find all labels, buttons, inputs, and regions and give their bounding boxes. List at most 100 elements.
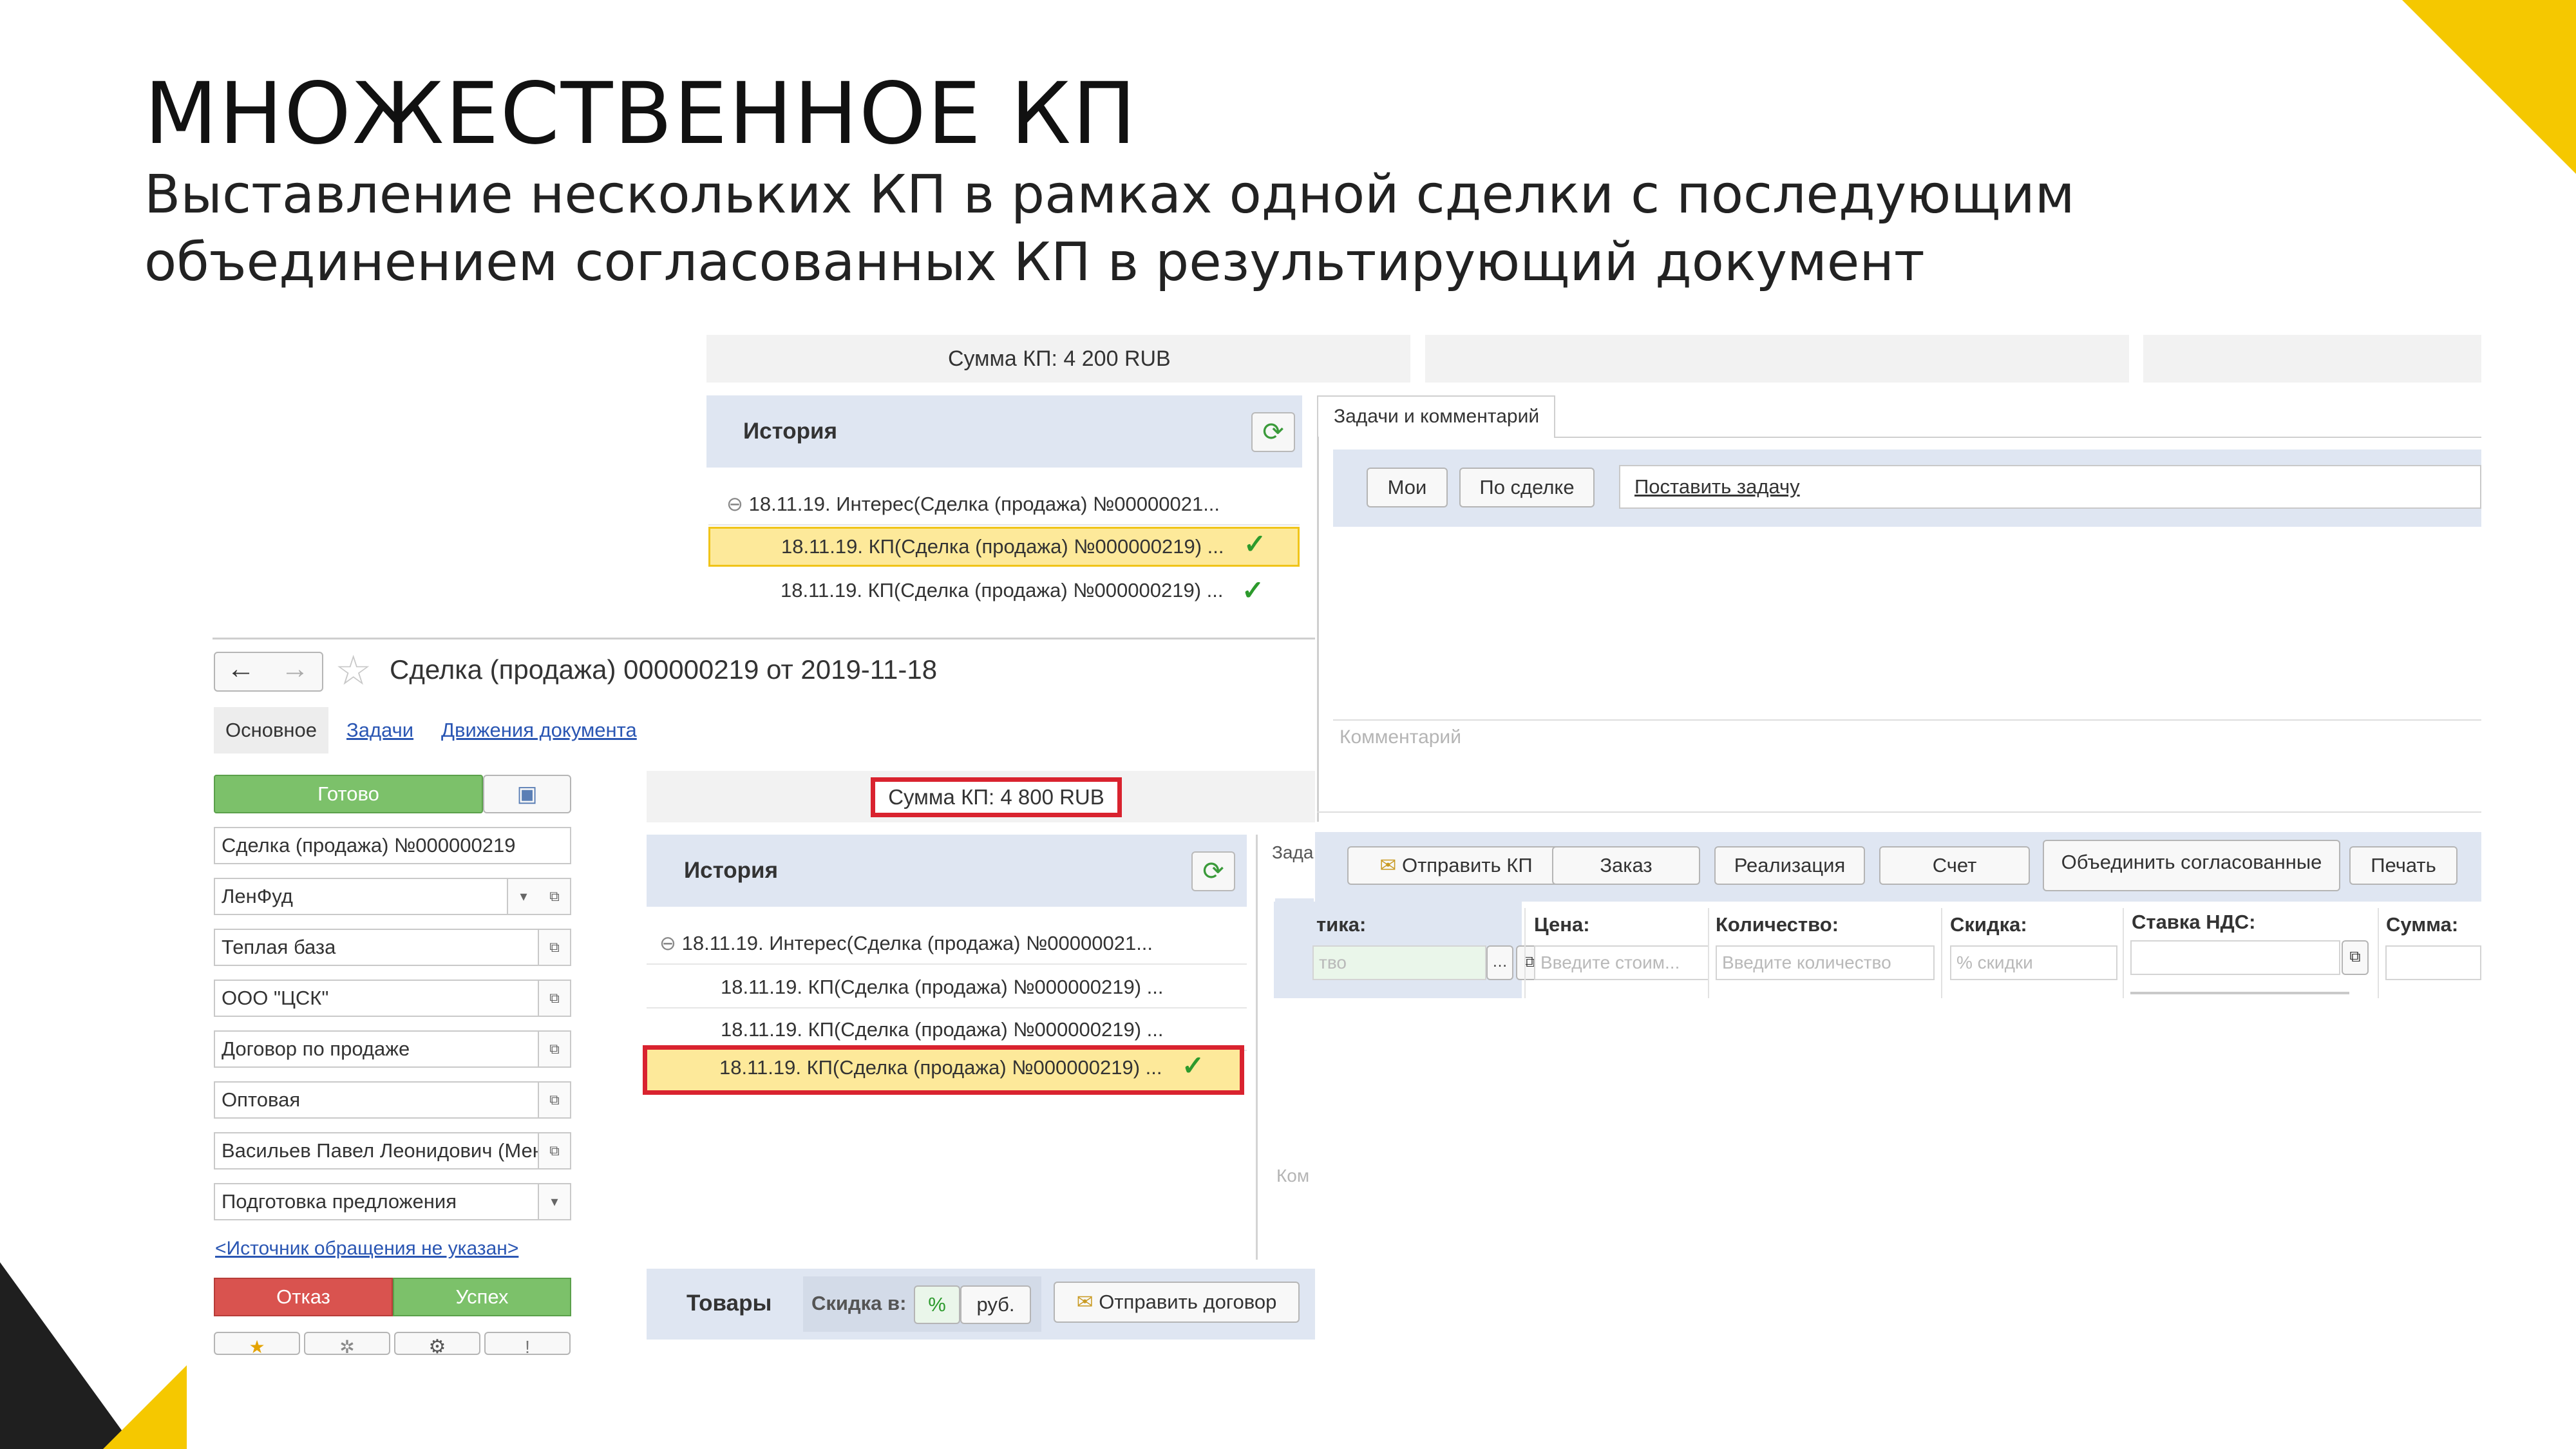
deal-history-row-1[interactable]: ⊖ 18.11.19. Интерес(Сделка (продажа) №00… xyxy=(647,922,1247,965)
send-kp-button[interactable]: ✉ Отправить КП xyxy=(1347,846,1565,885)
deal-history-row-4-highlight[interactable]: 18.11.19. КП(Сделка (продажа) №000000219… xyxy=(643,1045,1244,1095)
tasks-toolbar: Мои По сделке Поставить задачу xyxy=(1333,450,2481,527)
collapse-icon[interactable]: ⊖ xyxy=(659,932,682,954)
floppy-disk-icon: ▣ xyxy=(516,782,538,806)
tasks-tab-line xyxy=(1555,437,2481,438)
discount-percent-toggle[interactable]: % xyxy=(914,1285,960,1324)
open-icon[interactable]: ⧉ xyxy=(538,1032,570,1066)
invoice-button[interactable]: Счет xyxy=(1879,846,2030,885)
placeholder-text: Введите стоим... xyxy=(1540,952,1680,972)
my-tasks-button[interactable]: Мои xyxy=(1367,468,1448,507)
refresh-icon[interactable]: ⟳ xyxy=(1251,412,1295,452)
dropdown-chevron-icon[interactable]: ▾ xyxy=(507,879,539,914)
stage-field[interactable]: Подготовка предложения ▾ xyxy=(214,1183,571,1220)
check-icon: ✓ xyxy=(1242,575,1265,605)
field-value: Подготовка предложения xyxy=(222,1190,457,1213)
send-contract-button[interactable]: ✉ Отправить договор xyxy=(1054,1282,1300,1323)
history-row-label: 18.11.19. Интерес(Сделка (продажа) №0000… xyxy=(681,932,1153,954)
ellipsis-button[interactable]: … xyxy=(1486,945,1513,980)
field-value: ЛенФуд xyxy=(222,885,293,907)
deal-history-header: История ⟳ xyxy=(647,835,1247,907)
success-button[interactable]: Успех xyxy=(393,1278,571,1316)
gear-icon[interactable]: ⚙ xyxy=(394,1332,480,1355)
comment-area-bottom xyxy=(1317,811,2481,813)
open-icon[interactable]: ⧉ xyxy=(538,1133,570,1168)
tab-document-movements[interactable]: Движения документа xyxy=(441,719,637,742)
goods-table: тика: Цена: Количество: Скидка: Ставка Н… xyxy=(1274,902,2481,1005)
manager-field[interactable]: Васильев Павел Леонидович (Менеджер) ⧉ xyxy=(214,1132,571,1170)
goods-label: Товары xyxy=(687,1291,772,1316)
deal-history-row-2[interactable]: 18.11.19. КП(Сделка (продажа) №000000219… xyxy=(647,966,1247,1009)
tab-main[interactable]: Основное xyxy=(214,707,328,753)
placeholder-text: тво xyxy=(1319,952,1347,972)
action-button-4[interactable]: ! xyxy=(484,1332,571,1355)
top-history-row-2[interactable]: 18.11.19. КП(Сделка (продажа) №000000219… xyxy=(708,527,1300,567)
check-icon: ✓ xyxy=(1182,1050,1205,1081)
client-field[interactable]: ЛенФуд ⧉ ▾ xyxy=(214,878,571,915)
open-icon[interactable]: ⧉ xyxy=(538,981,570,1016)
realization-button[interactable]: Реализация xyxy=(1714,846,1865,885)
contract-field[interactable]: Договор по продаже ⧉ xyxy=(214,1030,571,1068)
side-tab-fragment[interactable]: Зада xyxy=(1272,842,1313,863)
price-input[interactable]: Введите стоим... xyxy=(1534,945,1709,980)
deal-number-field[interactable]: Сделка (продажа) №000000219 xyxy=(214,827,571,864)
by-deal-button[interactable]: По сделке xyxy=(1459,468,1595,507)
characteristic-input[interactable]: тво xyxy=(1312,945,1486,980)
organization-field[interactable]: ООО "ЦСК" ⧉ xyxy=(214,980,571,1017)
back-arrow-icon[interactable]: ← xyxy=(227,653,255,685)
top-grey-bar-2 xyxy=(1425,335,2129,383)
open-icon[interactable]: ⧉ xyxy=(538,930,570,965)
field-value: Теплая база xyxy=(222,936,336,958)
top-summa-bar: Сумма КП: 4 200 RUB xyxy=(706,335,1410,383)
favorite-star-icon[interactable]: ☆ xyxy=(335,647,372,695)
history-row-label: 18.11.19. КП(Сделка (продажа) №000000219… xyxy=(781,579,1224,601)
print-button[interactable]: Печать xyxy=(2349,846,2458,885)
dropdown-chevron-icon[interactable]: ▾ xyxy=(538,1184,570,1219)
field-value: Оптовая xyxy=(222,1088,301,1111)
envelope-icon: ✉ xyxy=(1379,854,1402,876)
tasks-tab[interactable]: Задачи и комментарий xyxy=(1317,395,1555,438)
comment-placeholder[interactable]: Комментарий xyxy=(1340,726,1461,748)
history-row-label: 18.11.19. КП(Сделка (продажа) №000000219… xyxy=(721,976,1164,998)
history-row-label: 18.11.19. КП(Сделка (продажа) №000000219… xyxy=(719,1056,1162,1079)
warm-base-field[interactable]: Теплая база ⧉ xyxy=(214,929,571,966)
star-action-button[interactable]: ★ xyxy=(214,1332,300,1355)
goods-col-divider-4 xyxy=(2123,908,2124,998)
quantity-input[interactable]: Введите количество xyxy=(1716,945,1935,980)
ready-button[interactable]: Готово xyxy=(214,775,483,813)
order-button[interactable]: Заказ xyxy=(1552,846,1700,885)
save-button[interactable]: ▣ xyxy=(483,775,571,813)
field-value: Сделка (продажа) №000000219 xyxy=(222,834,516,857)
set-task-field[interactable]: Поставить задачу xyxy=(1619,465,2481,509)
column-header-characteristic: тика: xyxy=(1316,913,1367,936)
refuse-button[interactable]: Отказ xyxy=(214,1278,393,1316)
price-type-field[interactable]: Оптовая ⧉ xyxy=(214,1081,571,1119)
discount-rub-toggle[interactable]: руб. xyxy=(960,1285,1031,1324)
tab-tasks[interactable]: Задачи xyxy=(346,719,413,742)
forward-arrow-icon[interactable]: → xyxy=(281,653,309,685)
comment-area-line xyxy=(1333,719,2481,721)
source-link[interactable]: <Источник обращения не указан> xyxy=(215,1238,518,1260)
top-divider xyxy=(213,638,1315,639)
goods-col-divider-1 xyxy=(1524,908,1526,998)
top-history-row-1[interactable]: ⊖ 18.11.19. Интерес(Сделка (продажа) №00… xyxy=(708,483,1300,526)
check-icon: ✓ xyxy=(1244,529,1267,559)
top-grey-bar-3 xyxy=(2143,335,2481,383)
open-icon[interactable]: ⧉ xyxy=(2342,940,2369,975)
envelope-icon: ✉ xyxy=(1076,1291,1099,1313)
open-icon[interactable]: ⧉ xyxy=(538,1083,570,1117)
discount-input[interactable]: % скидки xyxy=(1950,945,2117,980)
open-icon[interactable]: ⧉ xyxy=(538,879,570,914)
comment-fragment[interactable]: Ком xyxy=(1276,1166,1309,1186)
collapse-icon[interactable]: ⊖ xyxy=(726,493,749,515)
column-header-quantity: Количество: xyxy=(1716,913,1839,936)
set-task-link[interactable]: Поставить задачу xyxy=(1634,475,1800,498)
column-header-sum: Сумма: xyxy=(2386,913,2459,936)
refresh-icon[interactable]: ⟳ xyxy=(1191,851,1235,891)
vat-input[interactable] xyxy=(2130,940,2340,975)
top-history-row-3[interactable]: 18.11.19. КП(Сделка (продажа) №000000219… xyxy=(708,569,1300,612)
action-button-2[interactable]: ✲ xyxy=(304,1332,390,1355)
goods-col-divider-5 xyxy=(2378,908,2379,998)
merge-approved-button[interactable]: Объединить согласованные xyxy=(2043,840,2340,891)
sum-input[interactable] xyxy=(2385,945,2481,980)
